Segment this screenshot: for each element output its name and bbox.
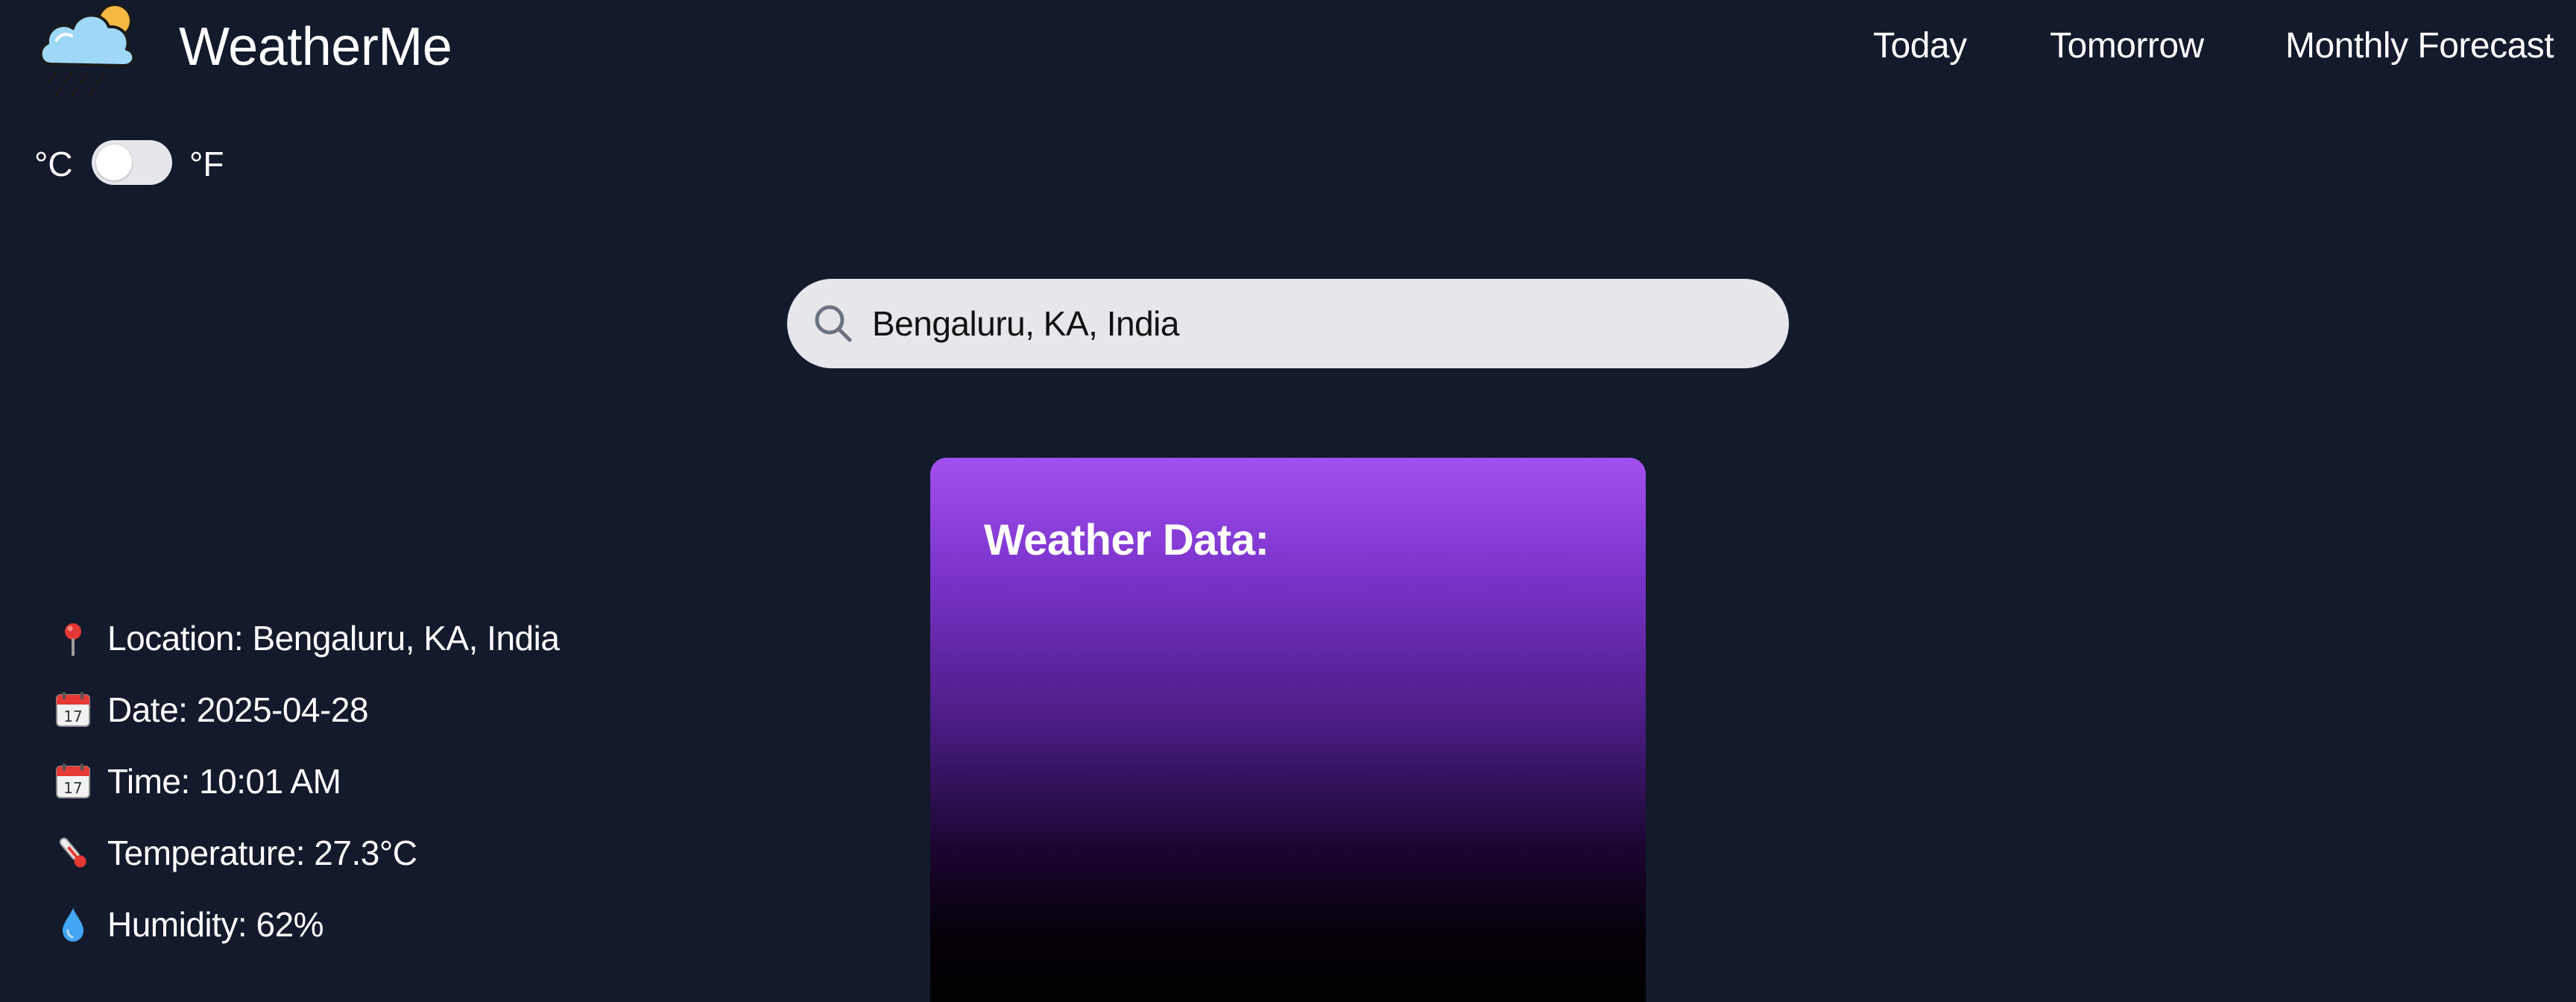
date-text: Date: 2025-04-28 [107, 690, 369, 729]
celsius-label: °C [34, 145, 73, 183]
weather-card-title: Weather Data: [984, 516, 1269, 564]
cloud-sun-rain-icon [39, 3, 136, 98]
svg-text:17: 17 [63, 708, 82, 725]
weather-card: Weather Data: [930, 458, 1646, 1002]
humidity-text: Humidity: 62% [107, 905, 324, 944]
droplet-icon [63, 908, 83, 942]
calendar-icon: 17 [56, 763, 90, 798]
nav-monthly-forecast[interactable]: Monthly Forecast [2285, 25, 2554, 67]
calendar-icon: 17 [56, 692, 90, 727]
search-bar[interactable] [787, 279, 1789, 368]
nav-today[interactable]: Today [1873, 25, 1967, 67]
svg-text:17: 17 [63, 779, 82, 797]
search-input[interactable] [872, 301, 1752, 346]
brand-name[interactable]: WeatherMe [179, 15, 452, 79]
pin-icon [65, 623, 81, 656]
fahrenheit-label: °F [189, 145, 224, 183]
nav-tomorrow[interactable]: Tomorrow [2050, 25, 2204, 67]
location-text: Location: Bengaluru, KA, India [107, 619, 560, 658]
time-text: Time: 10:01 AM [107, 762, 341, 801]
thermometer-icon [59, 837, 86, 868]
header: WeatherMe Today Tomorrow Monthly Forecas… [0, 0, 2576, 98]
temperature-text: Temperature: 27.3°C [107, 834, 417, 872]
unit-toggle[interactable] [92, 140, 172, 185]
toggle-knob [96, 145, 132, 180]
search-icon [815, 305, 852, 342]
